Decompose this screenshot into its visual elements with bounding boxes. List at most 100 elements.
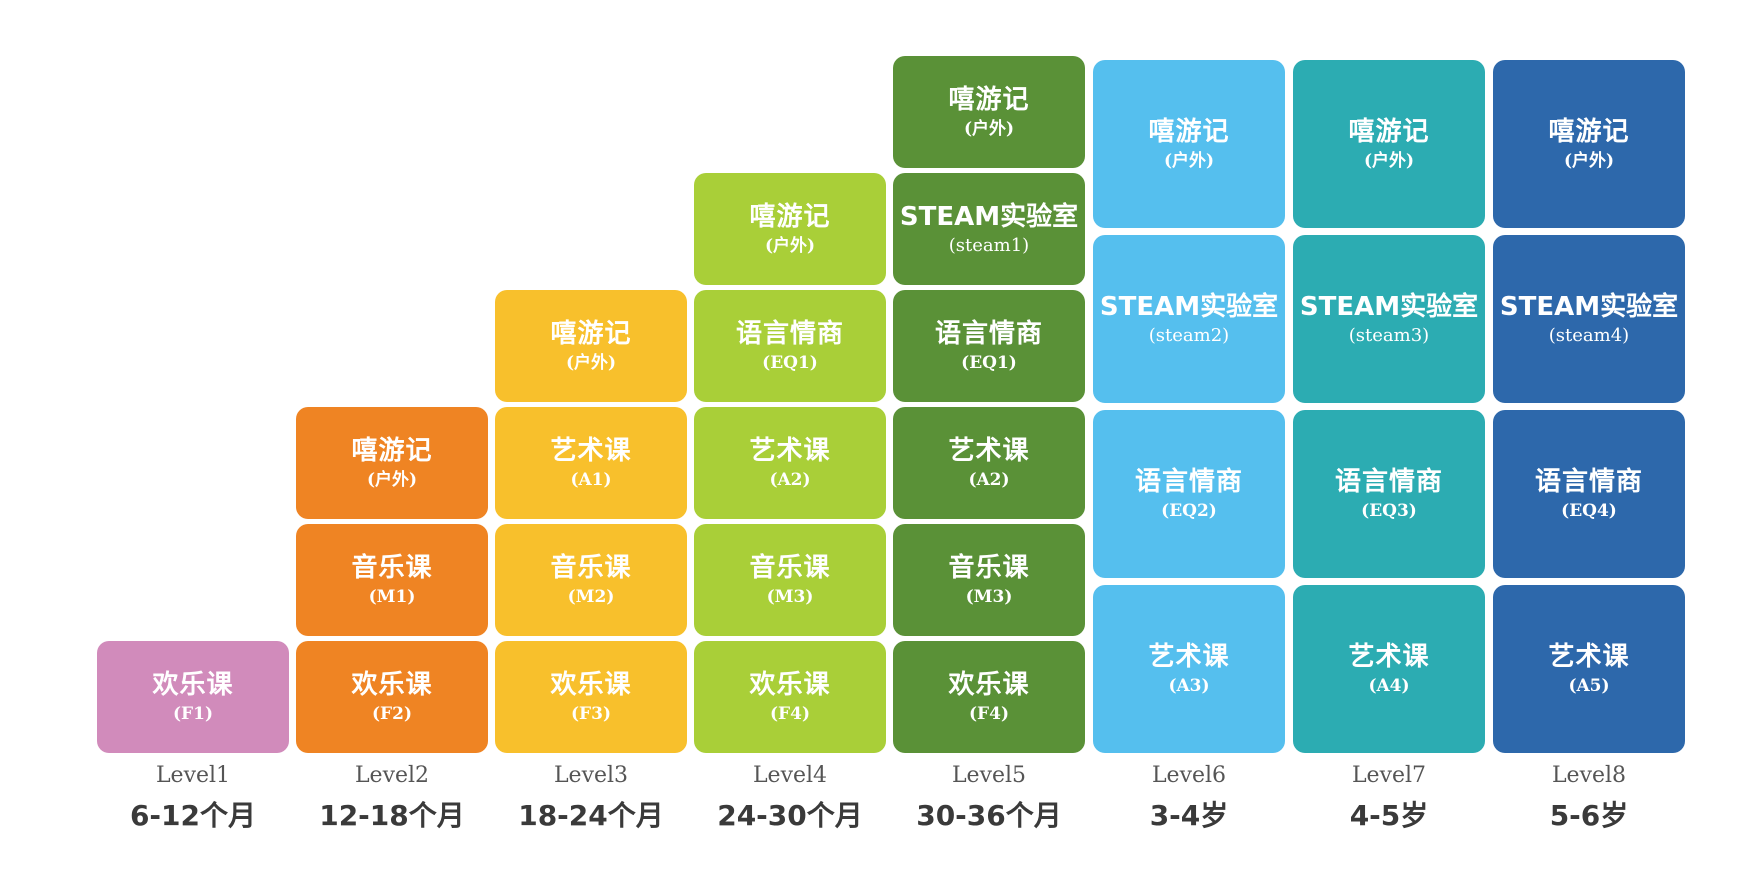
course-block-level3-户外: 嘻游记 (户外) <box>495 290 687 402</box>
course-block-level8-steam4: STEAM实验室 (steam4) <box>1493 235 1685 403</box>
course-title: 语言情商 <box>934 319 1043 349</box>
level-label-6: Level6 3-4岁 <box>1093 762 1285 834</box>
course-title: 欢乐课 <box>948 670 1030 700</box>
level-age-range: 3-4岁 <box>1149 799 1229 832</box>
course-title: 艺术课 <box>948 436 1030 466</box>
course-code: (户外) <box>565 353 617 373</box>
course-block-level4-m3: 音乐课 (M3) <box>694 524 886 636</box>
course-block-level6-eq2: 语言情商 (EQ2) <box>1093 410 1285 578</box>
course-block-level4-f4: 欢乐课 (F4) <box>694 641 886 753</box>
course-block-level8-a5: 艺术课 (A5) <box>1493 585 1685 753</box>
course-code: (EQ4) <box>1561 501 1617 521</box>
course-code: (户外) <box>366 470 418 490</box>
level-label-4: Level4 24-30个月 <box>694 762 886 834</box>
course-code: (A5) <box>1568 676 1610 696</box>
course-title: 嘻游记 <box>1548 117 1630 147</box>
course-title: 嘻游记 <box>1148 117 1230 147</box>
course-code: (EQ2) <box>1161 501 1217 521</box>
course-title: STEAM实验室 <box>899 202 1079 232</box>
course-block-level7-eq3: 语言情商 (EQ3) <box>1293 410 1485 578</box>
course-block-level5-f4: 欢乐课 (F4) <box>893 641 1085 753</box>
course-block-level3-m2: 音乐课 (M2) <box>495 524 687 636</box>
level-age-range: 12-18个月 <box>319 799 465 832</box>
level-label-8: Level8 5-6岁 <box>1493 762 1685 834</box>
course-code: (EQ1) <box>762 353 818 373</box>
level-age-range: 5-6岁 <box>1549 799 1629 832</box>
course-code: (户外) <box>963 119 1015 139</box>
level-name: Level5 <box>951 763 1027 788</box>
course-title: 嘻游记 <box>351 436 433 466</box>
level-name: Level8 <box>1551 763 1627 788</box>
course-code: (F2) <box>372 704 412 724</box>
course-title: 艺术课 <box>550 436 632 466</box>
course-code: (EQ1) <box>961 353 1017 373</box>
course-code: (F3) <box>571 704 611 724</box>
course-code: (户外) <box>764 236 816 256</box>
course-block-level7-户外: 嘻游记 (户外) <box>1293 60 1485 228</box>
course-block-level4-a2: 艺术课 (A2) <box>694 407 886 519</box>
course-title: 语言情商 <box>1134 467 1243 497</box>
course-block-level7-steam3: STEAM实验室 (steam3) <box>1293 235 1485 403</box>
course-block-level5-eq1: 语言情商 (EQ1) <box>893 290 1085 402</box>
course-code: (EQ3) <box>1361 501 1417 521</box>
course-title: 语言情商 <box>735 319 844 349</box>
course-block-level8-eq4: 语言情商 (EQ4) <box>1493 410 1685 578</box>
level-name: Level7 <box>1351 763 1427 788</box>
course-code: (F1) <box>173 704 213 724</box>
course-title: 艺术课 <box>1348 642 1430 672</box>
level-label-3: Level3 18-24个月 <box>495 762 687 834</box>
course-block-level6-户外: 嘻游记 (户外) <box>1093 60 1285 228</box>
course-title: 艺术课 <box>1148 642 1230 672</box>
course-block-level7-a4: 艺术课 (A4) <box>1293 585 1485 753</box>
course-block-level5-steam1: STEAM实验室 (steam1) <box>893 173 1085 285</box>
course-code: (A3) <box>1168 676 1210 696</box>
level-name: Level4 <box>752 763 828 788</box>
course-code: (A2) <box>968 470 1010 490</box>
course-block-level6-steam2: STEAM实验室 (steam2) <box>1093 235 1285 403</box>
course-code: (steam2) <box>1148 325 1230 346</box>
level-age-range: 4-5岁 <box>1349 799 1429 832</box>
course-code: (户外) <box>1363 151 1415 171</box>
level-age-range: 30-36个月 <box>916 799 1062 832</box>
course-code: (A1) <box>570 470 612 490</box>
course-title: 音乐课 <box>948 553 1030 583</box>
course-code: (A2) <box>769 470 811 490</box>
level-name: Level1 <box>155 763 231 788</box>
course-code: (户外) <box>1563 151 1615 171</box>
course-block-level6-a3: 艺术课 (A3) <box>1093 585 1285 753</box>
course-block-level5-m3: 音乐课 (M3) <box>893 524 1085 636</box>
level-label-7: Level7 4-5岁 <box>1293 762 1485 834</box>
course-title: 嘻游记 <box>749 202 831 232</box>
course-title: 音乐课 <box>749 553 831 583</box>
course-title: 嘻游记 <box>948 85 1030 115</box>
level-age-range: 6-12个月 <box>129 799 257 832</box>
level-curriculum-diagram: 欢乐课 (F1) Level1 6-12个月 嘻游记 (户外) 音乐课 (M1) 欢乐课 (F2)… <box>0 0 1754 886</box>
course-title: STEAM实验室 <box>1099 292 1279 322</box>
course-block-level4-eq1: 语言情商 (EQ1) <box>694 290 886 402</box>
course-title: 欢乐课 <box>152 670 234 700</box>
level-name: Level6 <box>1151 763 1227 788</box>
level-label-2: Level2 12-18个月 <box>296 762 488 834</box>
course-title: 欢乐课 <box>749 670 831 700</box>
course-code: (M2) <box>567 587 615 607</box>
course-title: 艺术课 <box>749 436 831 466</box>
course-block-level8-户外: 嘻游记 (户外) <box>1493 60 1685 228</box>
course-code: (M3) <box>965 587 1013 607</box>
course-title: 欢乐课 <box>351 670 433 700</box>
level-name: Level2 <box>354 763 430 788</box>
course-title: 语言情商 <box>1534 467 1643 497</box>
level-age-range: 24-30个月 <box>717 799 863 832</box>
course-title: STEAM实验室 <box>1499 292 1679 322</box>
level-label-5: Level5 30-36个月 <box>893 762 1085 834</box>
course-block-level2-m1: 音乐课 (M1) <box>296 524 488 636</box>
course-block-level5-户外: 嘻游记 (户外) <box>893 56 1085 168</box>
course-title: 嘻游记 <box>1348 117 1430 147</box>
course-block-level2-户外: 嘻游记 (户外) <box>296 407 488 519</box>
course-title: 音乐课 <box>351 553 433 583</box>
course-code: (F4) <box>969 704 1009 724</box>
level-name: Level3 <box>553 763 629 788</box>
course-title: 欢乐课 <box>550 670 632 700</box>
course-block-level3-a1: 艺术课 (A1) <box>495 407 687 519</box>
course-title: 嘻游记 <box>550 319 632 349</box>
course-block-level3-f3: 欢乐课 (F3) <box>495 641 687 753</box>
